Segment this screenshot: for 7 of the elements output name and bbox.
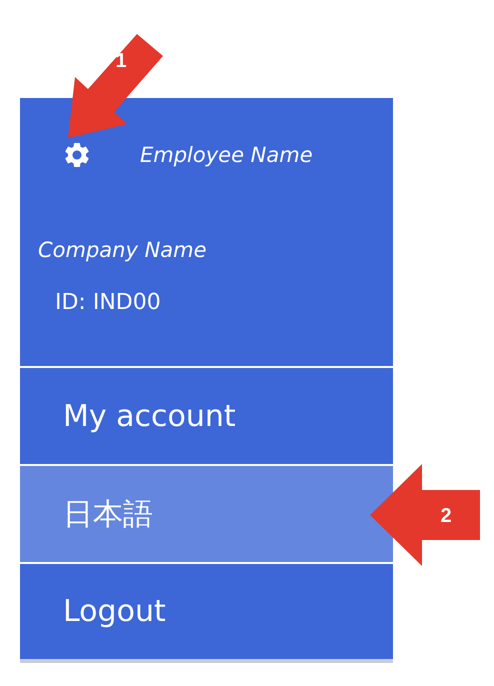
menu-item[interactable]: 日本語 xyxy=(20,466,393,564)
annotation-number: 2 xyxy=(440,505,452,527)
company-name: Company Name xyxy=(38,238,207,262)
employee-name: Employee Name xyxy=(140,143,313,167)
annotation-number: 1 xyxy=(115,50,127,72)
menu-item[interactable]: Logout xyxy=(20,564,393,659)
employee-id: ID: IND00 xyxy=(55,290,161,315)
